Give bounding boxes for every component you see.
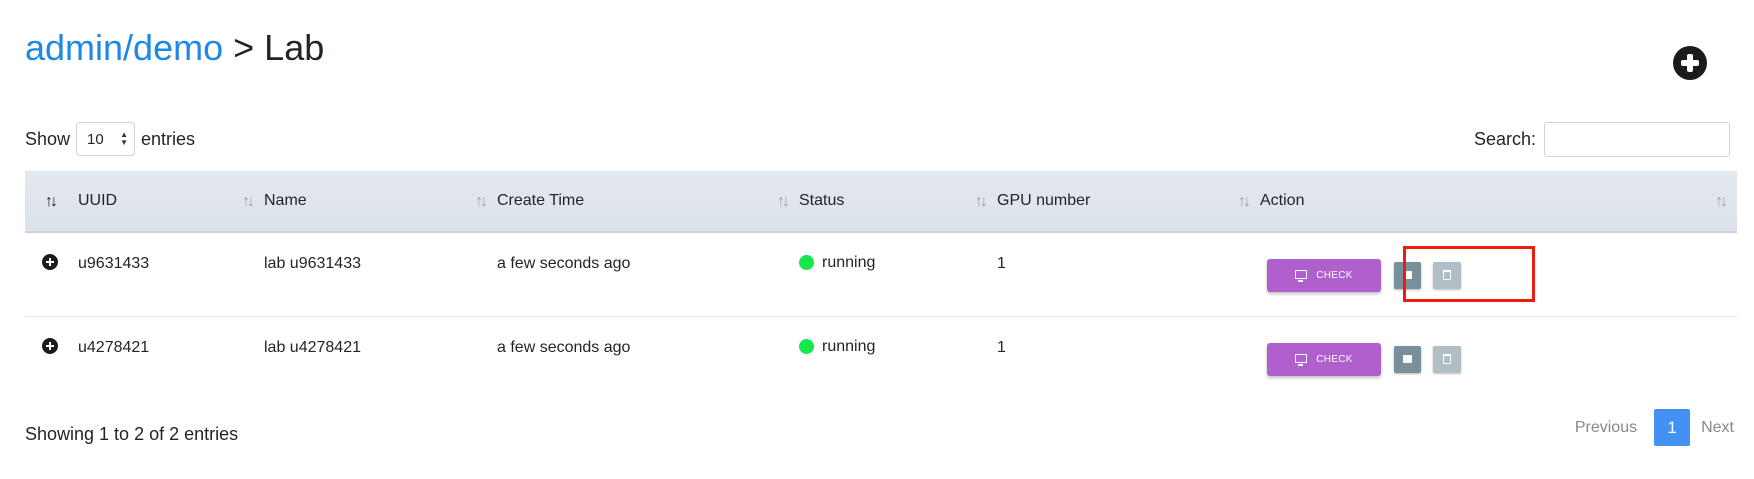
column-header-create-time[interactable]: Create Time ↑↓ [497,171,799,232]
labs-table: ↑↓ UUID ↑↓ Name ↑↓ Create Time ↑↓ Status ↑↓ … [25,171,1737,400]
stop-icon [1403,355,1412,364]
search-label: Search: [1473,128,1536,149]
table-info: Showing 1 to 2 of 2 entries [25,424,239,444]
pagination: Previous 1 Next [1575,409,1734,446]
breadcrumb-separator: > [233,27,255,68]
page-button-1[interactable]: 1 [1654,409,1691,446]
entries-length-control: Show 10 ▲ ▼ entries [25,121,195,157]
gpu-value: 1 [997,255,1006,273]
show-label: Show [25,128,71,149]
expand-row-icon[interactable] [42,337,58,354]
create-time-value: a few seconds ago [497,339,631,357]
status-cell: running [799,232,997,316]
uuid-cell: u4278421 [78,316,264,400]
sort-icon: ↑↓ [45,193,58,210]
name-value: lab u4278421 [264,339,361,357]
table-row: u9631433 lab u9631433 a few seconds ago … [25,232,1737,316]
expand-cell [25,232,78,316]
create-time-cell: a few seconds ago [497,232,799,316]
status-badge: running [799,254,875,272]
gpu-value: 1 [997,339,1006,357]
gpu-cell: 1 [997,232,1260,316]
uuid-value: u4278421 [78,339,150,357]
status-badge: running [799,338,875,356]
column-header-label: Name [264,192,307,209]
row-actions: CHECK [1267,342,1744,376]
sort-icon: ↑↓ [975,193,988,210]
uuid-cell: u9631433 [78,232,264,316]
sort-icon: ↑↓ [1715,193,1728,210]
stop-button[interactable] [1394,345,1421,373]
column-header-expand[interactable]: ↑↓ [25,171,78,232]
column-header-label: Create Time [497,192,585,209]
breadcrumb-link-admin-demo[interactable]: admin/demo [25,27,223,68]
status-dot-icon [799,255,814,270]
column-header-label: Status [799,192,845,209]
column-header-label: Action [1260,192,1305,209]
column-header-action[interactable]: Action ↑↓ [1260,171,1737,232]
expand-row-icon[interactable] [42,253,58,270]
status-dot-icon [799,339,814,354]
column-header-gpu-number[interactable]: GPU number ↑↓ [997,171,1260,232]
expand-cell [25,316,78,400]
column-header-label: UUID [78,192,118,209]
breadcrumb-current: Lab [264,27,325,68]
sort-icon: ↑↓ [475,193,488,210]
entries-select[interactable]: 10 [76,122,136,156]
check-button-label: CHECK [1316,353,1353,365]
monitor-icon [1295,269,1308,282]
name-cell: lab u4278421 [264,316,497,400]
entries-label: entries [141,128,196,149]
status-text: running [822,253,876,271]
stop-button[interactable] [1394,261,1421,289]
check-button-label: CHECK [1316,269,1353,281]
name-cell: lab u9631433 [264,232,497,316]
action-cell: CHECK [1260,316,1737,400]
uuid-value: u9631433 [78,255,150,273]
previous-page-button[interactable]: Previous [1575,419,1637,437]
status-text: running [822,337,876,355]
stop-icon [1403,271,1412,280]
entries-select-wrapper: 10 ▲ ▼ [70,122,141,156]
row-actions: CHECK [1267,258,1744,292]
column-header-label: GPU number [997,192,1091,209]
labs-table-wrapper: ↑↓ UUID ↑↓ Name ↑↓ Create Time ↑↓ Status ↑↓ … [25,171,1737,400]
trash-icon [1443,354,1451,365]
monitor-icon [1295,353,1308,366]
add-lab-button[interactable] [1673,46,1707,80]
action-cell: CHECK [1260,232,1737,316]
column-header-status[interactable]: Status ↑↓ [799,171,997,232]
sort-icon: ↑↓ [242,193,255,210]
delete-button[interactable] [1433,345,1461,373]
search-control: Search: [1474,121,1730,157]
search-input[interactable] [1544,121,1730,157]
name-value: lab u9631433 [264,255,361,273]
column-header-name[interactable]: Name ↑↓ [264,171,497,232]
sort-icon: ↑↓ [1238,193,1251,210]
next-page-button[interactable]: Next [1701,419,1734,437]
table-row: u4278421 lab u4278421 a few seconds ago … [25,316,1737,400]
gpu-cell: 1 [997,316,1260,400]
delete-button[interactable] [1433,261,1461,289]
create-time-cell: a few seconds ago [497,316,799,400]
breadcrumb: admin/demo > Lab [25,24,324,72]
check-button[interactable]: CHECK [1267,258,1381,292]
sort-icon: ↑↓ [777,193,790,210]
create-time-value: a few seconds ago [497,255,631,273]
status-cell: running [799,316,997,400]
table-header-row: ↑↓ UUID ↑↓ Name ↑↓ Create Time ↑↓ Status ↑↓ … [25,171,1737,232]
trash-icon [1443,270,1451,281]
check-button[interactable]: CHECK [1267,342,1381,376]
column-header-uuid[interactable]: UUID ↑↓ [78,171,264,232]
